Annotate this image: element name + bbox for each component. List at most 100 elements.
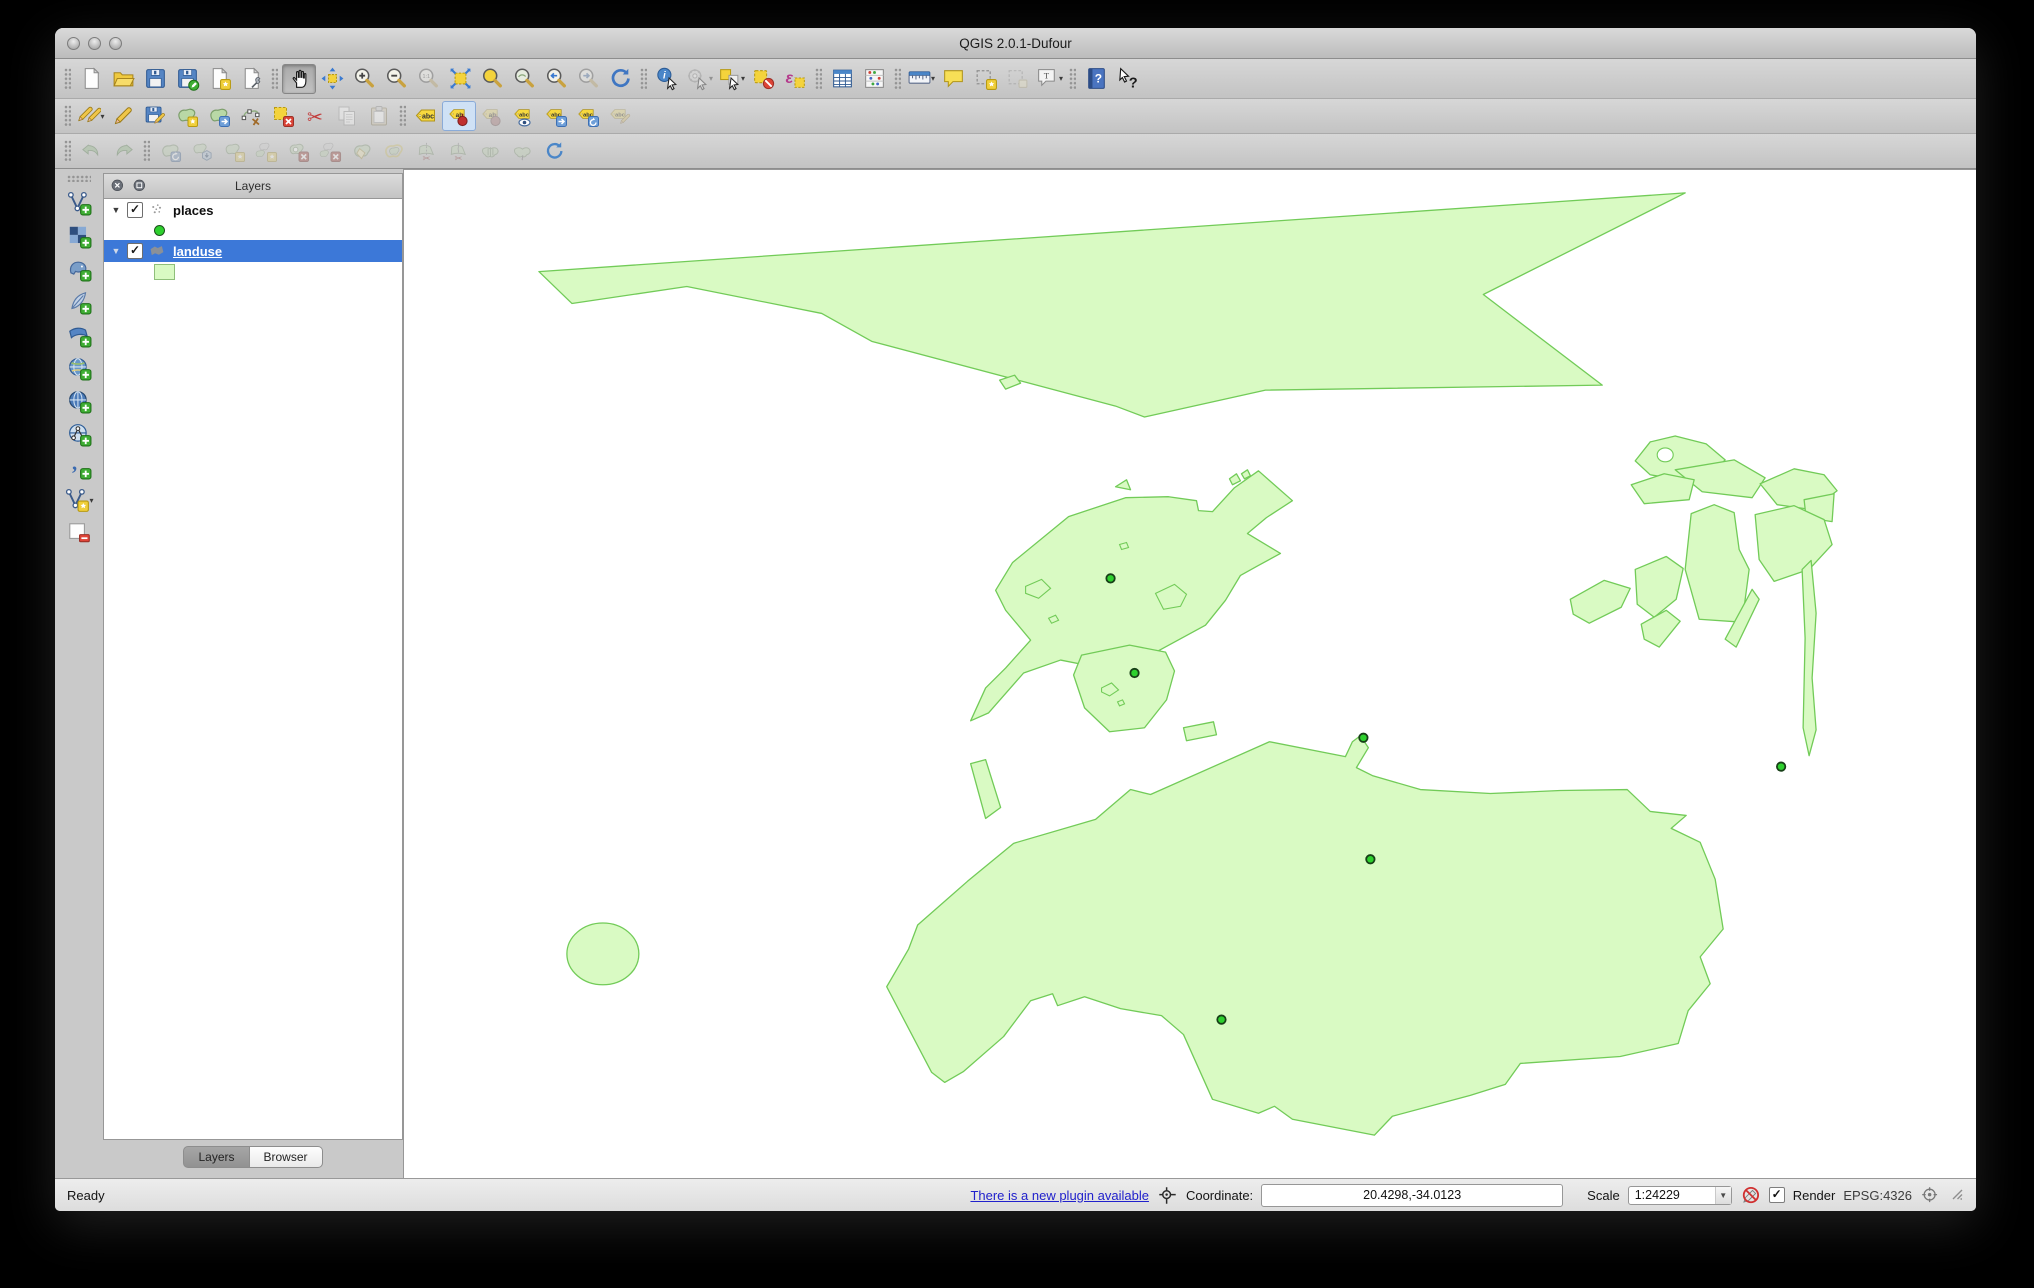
toolbar-grip[interactable] bbox=[64, 105, 71, 127]
move-feature-button[interactable] bbox=[203, 102, 235, 130]
new-project-button[interactable] bbox=[75, 65, 107, 93]
plugin-icon[interactable] bbox=[1157, 1185, 1178, 1206]
rotate-point-symbols-button[interactable] bbox=[538, 137, 570, 165]
pan-map-button[interactable] bbox=[282, 64, 316, 94]
toolbar-grip[interactable] bbox=[143, 140, 150, 162]
remove-layer-button[interactable] bbox=[63, 518, 95, 548]
toolbar-grip[interactable] bbox=[399, 105, 406, 127]
zoom-in-button[interactable] bbox=[348, 65, 380, 93]
toolbar-grip[interactable] bbox=[1069, 68, 1076, 90]
zoom-to-layer-button[interactable] bbox=[508, 65, 540, 93]
pin-labels-button[interactable]: ab bbox=[442, 101, 476, 131]
new-shapefile-layer-button[interactable]: ▾ bbox=[63, 485, 95, 515]
stop-render-icon[interactable] bbox=[1740, 1185, 1761, 1206]
map-canvas[interactable] bbox=[403, 169, 1976, 1178]
layer-visibility-checkbox[interactable]: ✓ bbox=[127, 202, 143, 218]
toolbar-grip[interactable] bbox=[894, 68, 901, 90]
add-oracle-layer-icon bbox=[66, 355, 92, 381]
add-oracle-layer-button[interactable] bbox=[63, 353, 95, 383]
dropdown-arrow-icon: ▾ bbox=[741, 74, 745, 83]
cut-features-icon: ✂ bbox=[303, 104, 327, 128]
toolbar-grip[interactable] bbox=[640, 68, 647, 90]
expander-icon[interactable]: ▼ bbox=[110, 246, 122, 256]
tab-layers[interactable]: Layers bbox=[183, 1146, 249, 1168]
dropdown-arrow-icon: ▾ bbox=[100, 112, 104, 121]
layer-name[interactable]: landuse bbox=[173, 244, 222, 259]
whats-this-button[interactable]: ? bbox=[1112, 65, 1144, 93]
help-contents-button[interactable]: ? bbox=[1080, 65, 1112, 93]
zoom-in-icon bbox=[352, 66, 377, 91]
text-annotation-button[interactable]: T▾ bbox=[1033, 65, 1065, 93]
toggle-editing-button[interactable] bbox=[107, 102, 139, 130]
rotate-label-button[interactable]: abc bbox=[572, 102, 604, 130]
zoom-full-extent-button[interactable] bbox=[444, 65, 476, 93]
map-svg bbox=[404, 170, 1976, 1178]
expander-icon[interactable]: ▼ bbox=[110, 205, 122, 215]
current-edits-button[interactable]: ▾ bbox=[75, 102, 107, 130]
coordinate-input[interactable] bbox=[1261, 1184, 1563, 1207]
delete-selected-button[interactable] bbox=[267, 102, 299, 130]
panel-float-icon[interactable] bbox=[132, 178, 148, 194]
map-tips-button[interactable] bbox=[937, 65, 969, 93]
resize-grip[interactable] bbox=[1949, 1186, 1964, 1204]
zoom-to-layer-icon bbox=[512, 66, 537, 91]
node-tool-button[interactable] bbox=[235, 102, 267, 130]
close-button[interactable] bbox=[67, 37, 80, 50]
refresh-map-button[interactable] bbox=[604, 65, 636, 93]
add-wms-layer-button[interactable] bbox=[63, 386, 95, 416]
labeling-button[interactable]: abc bbox=[410, 102, 442, 130]
field-calculator-button[interactable] bbox=[858, 65, 890, 93]
scale-combo[interactable]: 1:24229 ▼ bbox=[1628, 1186, 1732, 1205]
cut-features-button[interactable]: ✂ bbox=[299, 102, 331, 130]
minimize-button[interactable] bbox=[88, 37, 101, 50]
move-label-button[interactable]: abc bbox=[540, 102, 572, 130]
zoom-last-button[interactable] bbox=[540, 65, 572, 93]
new-bookmark-button[interactable] bbox=[969, 65, 1001, 93]
svg-text:?: ? bbox=[1128, 75, 1137, 91]
toolbar-grip[interactable] bbox=[815, 68, 822, 90]
toolbar-grip[interactable] bbox=[67, 175, 91, 182]
titlebar[interactable]: QGIS 2.0.1-Dufour bbox=[55, 28, 1976, 59]
add-delimited-text-layer-button[interactable]: , bbox=[63, 452, 95, 482]
add-spatialite-layer-button[interactable] bbox=[63, 287, 95, 317]
panel-close-icon[interactable] bbox=[110, 178, 126, 194]
zoom-to-selection-button[interactable] bbox=[476, 65, 508, 93]
composer-manager-button[interactable] bbox=[235, 65, 267, 93]
add-mssql-layer-button[interactable] bbox=[63, 320, 95, 350]
pan-to-selection-button[interactable] bbox=[316, 65, 348, 93]
save-project-as-button[interactable] bbox=[171, 65, 203, 93]
toolbar-grip[interactable] bbox=[271, 68, 278, 90]
whats-this-icon: ? bbox=[1116, 66, 1141, 91]
save-project-button[interactable] bbox=[139, 65, 171, 93]
redo-icon bbox=[112, 140, 135, 163]
zoom-window-button[interactable] bbox=[109, 37, 122, 50]
save-layer-edits-button[interactable] bbox=[139, 102, 171, 130]
show-hide-labels-button[interactable]: abc bbox=[508, 102, 540, 130]
crs-status-icon[interactable] bbox=[1920, 1185, 1941, 1206]
add-vector-layer-button[interactable] bbox=[63, 188, 95, 218]
new-plugin-link[interactable]: There is a new plugin available bbox=[970, 1188, 1149, 1203]
open-attribute-table-button[interactable] bbox=[826, 65, 858, 93]
tab-browser[interactable]: Browser bbox=[250, 1146, 323, 1168]
pin-labels-icon: ab bbox=[447, 104, 471, 128]
add-feature-button[interactable] bbox=[171, 102, 203, 130]
new-print-composer-button[interactable] bbox=[203, 65, 235, 93]
identify-features-button[interactable]: i bbox=[651, 65, 683, 93]
zoom-out-button[interactable] bbox=[380, 65, 412, 93]
add-wcs-layer-button[interactable] bbox=[63, 419, 95, 449]
layer-row-places[interactable]: ▼ ✓ places bbox=[104, 199, 402, 221]
select-by-expression-button[interactable]: ε bbox=[779, 65, 811, 93]
toolbar-grip[interactable] bbox=[64, 140, 71, 162]
point-layer-icon bbox=[148, 201, 168, 219]
render-checkbox[interactable]: ✓ bbox=[1769, 1187, 1785, 1203]
layer-row-landuse[interactable]: ▼ ✓ landuse bbox=[104, 240, 402, 262]
toolbar-grip[interactable] bbox=[64, 68, 71, 90]
add-postgis-layer-button[interactable] bbox=[63, 254, 95, 284]
add-raster-layer-button[interactable] bbox=[63, 221, 95, 251]
measure-button[interactable]: ▾ bbox=[905, 65, 937, 93]
layer-visibility-checkbox[interactable]: ✓ bbox=[127, 243, 143, 259]
select-features-button[interactable]: ▾ bbox=[715, 65, 747, 93]
open-project-button[interactable] bbox=[107, 65, 139, 93]
layer-name[interactable]: places bbox=[173, 203, 213, 218]
deselect-all-button[interactable] bbox=[747, 65, 779, 93]
